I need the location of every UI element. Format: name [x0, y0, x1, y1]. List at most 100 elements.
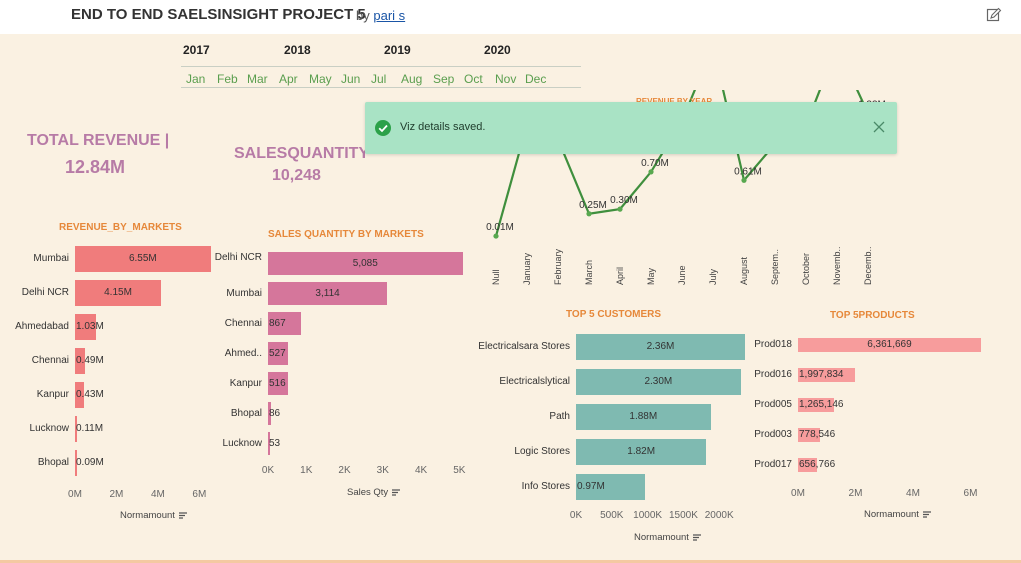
top-customers-data-label: 2.36M	[646, 341, 675, 352]
top-customers-data-label: 1.82M	[627, 446, 656, 457]
top-customers-tick-label: 500K	[600, 510, 624, 521]
sales-quantity-label: SALESQUANTITY	[234, 145, 370, 162]
year-filter-2017[interactable]: 2017	[183, 43, 210, 57]
revenue-by-markets-tick-label: 4M	[150, 489, 165, 500]
month-filter-nov[interactable]: Nov	[495, 72, 516, 86]
quantity-by-markets-category-label: Bhopal	[230, 407, 262, 419]
revenue-by-markets-category-label: Ahmedabad	[15, 321, 69, 332]
quantity-by-markets-axis-title: Sales Qty	[347, 487, 401, 498]
top-customers-tick-label: 1000K	[633, 510, 663, 521]
viz-title: END TO END SAELSINSIGHT PROJECT 5	[71, 6, 366, 23]
save-notification: Viz details saved.	[365, 102, 897, 154]
revenue-by-year-month-label: June	[677, 265, 687, 285]
revenue-by-year-data-label: 0.61M	[734, 166, 762, 177]
byline-by: by	[356, 8, 370, 23]
month-filter-jul[interactable]: Jul	[371, 72, 386, 86]
revenue-by-markets-title: REVENUE_BY_MARKETS	[59, 222, 182, 233]
revenue-by-year-point[interactable]	[648, 169, 654, 175]
revenue-by-markets-axis-title: Normamount	[120, 510, 187, 521]
top-customers-tick-label: 0K	[569, 510, 583, 521]
revenue-by-year-point[interactable]	[493, 233, 499, 239]
top-products-data-label: 656,766	[799, 459, 836, 470]
revenue-by-year-data-label: 0.25M	[579, 200, 607, 211]
top-products-data-label: 6,361,669	[867, 339, 912, 350]
revenue-by-year-month-label: January	[522, 252, 532, 285]
top-products-category-label: Prod017	[754, 459, 792, 470]
top-customers-data-label: 0.97M	[577, 481, 605, 492]
quantity-by-markets-data-label: 867	[269, 317, 286, 329]
top-products-data-label: 778,546	[799, 429, 836, 440]
revenue-by-year-month-label: August	[739, 256, 749, 285]
top-customers-category-label: Logic Stores	[514, 446, 570, 457]
quantity-by-markets-data-label: 53	[269, 437, 281, 449]
month-filter-aug[interactable]: Aug	[401, 72, 422, 86]
month-filter-jun[interactable]: Jun	[341, 72, 360, 86]
revenue-by-year-data-label: 0.70M	[641, 158, 669, 169]
top-products-data-label: 1,265,146	[799, 399, 844, 410]
quantity-by-markets-tick-label: 2K	[338, 465, 351, 476]
year-filter-2019[interactable]: 2019	[384, 43, 411, 57]
author-link[interactable]: pari s	[373, 8, 405, 23]
notification-message: Viz details saved.	[400, 121, 486, 133]
top-customers-category-label: Electricalslytical	[499, 376, 570, 387]
month-filter-dec[interactable]: Dec	[525, 72, 546, 86]
close-icon[interactable]	[872, 120, 886, 134]
month-filter-jan[interactable]: Jan	[186, 72, 205, 86]
revenue-by-year-month-label: February	[553, 248, 563, 285]
filter-divider	[181, 87, 581, 88]
top-products-category-label: Prod016	[754, 369, 792, 380]
top-customers-tick-label: 1500K	[668, 510, 698, 521]
revenue-by-markets-data-label: 4.15M	[104, 287, 132, 298]
top-products-category-label: Prod018	[754, 339, 792, 350]
quantity-by-markets-category-label: Lucknow	[222, 437, 262, 449]
quantity-by-markets-category-label: Ahmed..	[224, 347, 262, 359]
year-filter-2020[interactable]: 2020	[484, 43, 511, 57]
year-filter-2018[interactable]: 2018	[284, 43, 311, 57]
month-filter-feb[interactable]: Feb	[217, 72, 238, 86]
top-customers-category-label: Electricalsara Stores	[478, 341, 570, 352]
quantity-by-markets-category-label: Kanpur	[229, 377, 262, 389]
top-products-axis-title: Normamount	[864, 509, 931, 520]
revenue-by-markets-tick-label: 2M	[109, 489, 124, 500]
top-products-category-label: Prod005	[754, 399, 792, 410]
edit-details-icon[interactable]	[986, 7, 1002, 23]
top-products-tick-label: 4M	[906, 488, 920, 499]
quantity-by-markets-category-label: Mumbai	[226, 287, 262, 299]
quantity-by-markets-tick-label: 1K	[300, 465, 313, 476]
top-products-tick-label: 6M	[963, 488, 978, 499]
month-filter-apr[interactable]: Apr	[279, 72, 298, 86]
top-products-title: TOP 5PRODUCTS	[830, 310, 915, 321]
revenue-by-markets-data-label: 6.55M	[128, 253, 157, 264]
filter-divider	[181, 66, 581, 67]
month-filter-sep[interactable]: Sep	[433, 72, 454, 86]
revenue-by-year-point[interactable]	[617, 206, 623, 212]
top-customers-data-label: 1.88M	[629, 411, 658, 422]
month-filter-oct[interactable]: Oct	[464, 72, 483, 86]
sort-icon[interactable]	[178, 512, 187, 519]
quantity-by-markets-data-label: 516	[269, 377, 286, 389]
revenue-by-year-month-label: Null	[491, 269, 501, 285]
revenue-by-markets-category-label: Kanpur	[36, 389, 69, 400]
top-products-data-label: 1,997,834	[799, 369, 844, 380]
revenue-by-markets-data-label: 0.49M	[76, 355, 104, 366]
quantity-by-markets-tick-label: 4K	[414, 465, 428, 476]
month-filter-may[interactable]: May	[309, 72, 332, 86]
month-filter-mar[interactable]: Mar	[247, 72, 268, 86]
sort-icon[interactable]	[392, 489, 401, 496]
revenue-by-markets-tick-label: 6M	[192, 489, 207, 500]
top-customers-axis-title-text: Normamount	[634, 532, 689, 543]
quantity-by-markets-axis-title-text: Sales Qty	[347, 487, 389, 498]
quantity-by-markets-category-label: Delhi NCR	[214, 251, 262, 263]
revenue-by-year-month-label: October	[801, 253, 811, 285]
revenue-by-year-point[interactable]	[586, 211, 592, 217]
revenue-by-year-point[interactable]	[741, 177, 747, 183]
revenue-by-markets-data-label: 0.09M	[76, 457, 104, 468]
quantity-by-markets-category-label: Chennai	[224, 317, 262, 329]
sort-icon[interactable]	[922, 511, 931, 518]
top-products-category-label: Prod003	[754, 429, 792, 440]
sort-icon[interactable]	[692, 534, 701, 541]
top-customers-data-label: 2.30M	[644, 376, 673, 387]
revenue-by-markets-tick-label: 0M	[68, 489, 82, 500]
revenue-by-markets-data-label: 1.03M	[76, 321, 104, 332]
revenue-by-markets-category-label: Bhopal	[37, 457, 69, 468]
